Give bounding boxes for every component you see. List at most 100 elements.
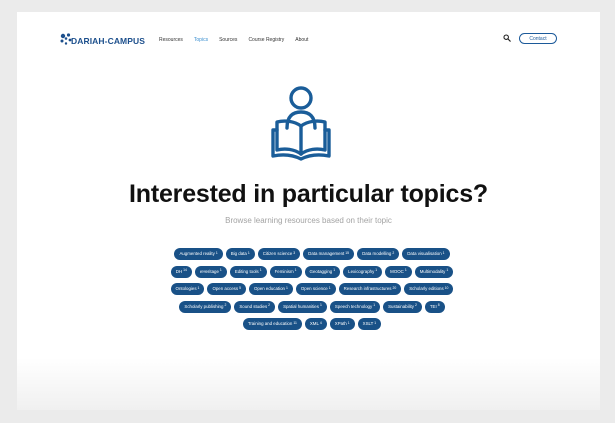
topic-tag-count: 1: [374, 320, 377, 325]
topic-tag-label: Spatial humanities: [283, 303, 319, 309]
topic-tag-label: DH: [175, 268, 183, 274]
topic-tag-count: 14: [183, 268, 187, 273]
topic-tag[interactable]: Geotagging 1: [304, 265, 341, 278]
topic-tag[interactable]: DH 14: [170, 265, 192, 278]
contact-button[interactable]: Contact: [519, 33, 557, 44]
topic-tag-label: Data modelling: [362, 251, 392, 256]
topic-tag-label: Big data: [230, 251, 247, 256]
topic-tag-count: 20: [392, 285, 397, 290]
topic-tag[interactable]: Scholarly editions 10: [404, 283, 454, 295]
topic-tag[interactable]: Big data 1: [225, 248, 255, 260]
topic-tag[interactable]: Speech technology 1: [329, 300, 381, 313]
nav-course-registry[interactable]: Course Registry: [248, 37, 284, 43]
topic-tag-count: 1: [259, 268, 262, 273]
topic-tag-count: 1: [219, 268, 222, 273]
topic-tag-count: 11: [293, 320, 297, 325]
topic-tag-label: Open education: [253, 286, 285, 291]
topic-tag[interactable]: eHeritage 1: [194, 265, 227, 278]
topic-tag-label: Geotagging: [309, 268, 333, 274]
topic-tag-label: Sustainability: [388, 303, 414, 309]
topic-tag[interactable]: Research infrastructures 20: [338, 283, 402, 295]
topic-tag[interactable]: Editing tools 1: [229, 265, 267, 278]
topic-tag-count: 2: [268, 303, 271, 308]
topic-tag-count: 2: [224, 303, 227, 308]
topic-tag-count: 3: [293, 250, 296, 255]
topic-tag[interactable]: Augmented reality 1: [174, 248, 223, 260]
topic-tag-count: 15: [345, 250, 350, 255]
topic-tag-count: 1: [373, 303, 376, 308]
topic-tag-label: Open access: [212, 286, 239, 291]
topic-tag-label: Lexicography: [348, 268, 375, 274]
topic-tag[interactable]: MOOC 1: [385, 265, 412, 278]
topic-tag[interactable]: Data management 15: [303, 248, 355, 260]
topic-tag-label: Training and education: [247, 321, 293, 326]
topic-tag[interactable]: Lexicography 1: [343, 265, 383, 278]
topic-tag-label: MOOC: [390, 268, 404, 274]
topic-tag-label: TEI: [429, 303, 437, 309]
topic-tag[interactable]: XSLT 1: [357, 318, 382, 330]
topic-tag[interactable]: Data visualisation 1: [402, 248, 450, 260]
topic-tag[interactable]: Feminism 1: [269, 265, 302, 278]
topic-tag[interactable]: XML 4: [304, 318, 327, 330]
topic-tag-list: Augmented reality 1 Big data 1 Citizen scien…: [167, 248, 457, 330]
topic-tag[interactable]: TEI 8: [424, 300, 445, 313]
page-subtitle: Browse learning resources based on their…: [225, 216, 392, 225]
nav-about[interactable]: About: [295, 37, 308, 43]
topic-tag-count: 5: [239, 285, 241, 290]
topic-tag-label: Citizen science: [262, 251, 293, 256]
topic-tag[interactable]: Open education 1: [248, 283, 293, 295]
topic-tag-count: 1: [247, 250, 250, 255]
topic-tag-label: Research infrastructures: [343, 286, 392, 291]
topic-tag-count: 1: [197, 285, 200, 290]
topic-tag-count: 1: [294, 268, 297, 273]
topic-tag-label: Augmented reality: [179, 251, 215, 256]
topic-tag[interactable]: Open access 5: [207, 283, 246, 295]
site-logo[interactable]: DARIAH-CAMPUS: [59, 32, 145, 46]
topic-tag[interactable]: Sustainability 2: [383, 300, 422, 313]
topic-tag-label: XPath: [334, 321, 347, 326]
topic-tag-count: 1: [404, 268, 407, 273]
topic-tag-count: 1: [442, 250, 445, 255]
topic-tag-count: 1: [446, 268, 449, 273]
topic-tag-label: Editing tools: [234, 268, 259, 274]
person-reading-book-icon: [271, 86, 331, 161]
main-nav: Resources Topics Sources Course Registry…: [159, 37, 308, 43]
topic-tag[interactable]: Sound studies 2: [234, 300, 276, 313]
topic-tag-label: Data management: [308, 251, 345, 256]
topic-tag[interactable]: Ontologies 1: [170, 283, 205, 295]
page-title: Interested in particular topics?: [129, 180, 488, 208]
topic-tag-label: Ontologies: [175, 286, 197, 291]
topic-tag[interactable]: Training and education 11: [242, 318, 302, 330]
topic-tag-count: 1: [375, 268, 378, 273]
topic-tag-count: 4: [319, 320, 322, 325]
nav-sources[interactable]: Sources: [219, 37, 237, 43]
logo-text: DARIAH-CAMPUS: [71, 36, 146, 46]
topic-tag-label: Feminism: [274, 268, 294, 274]
topic-tag-label: Scholarly editions: [409, 286, 444, 291]
topic-tag[interactable]: Scholarly publishing 2: [179, 300, 232, 313]
nav-topics[interactable]: Topics: [194, 37, 208, 43]
search-icon[interactable]: [503, 34, 511, 42]
topic-tag-count: 1: [347, 320, 350, 325]
topic-tag-count: 8: [437, 303, 440, 308]
topic-tag-count: 2: [392, 250, 395, 255]
topic-tag-label: eHeritage: [199, 268, 219, 274]
topic-tag[interactable]: Data modelling 2: [357, 248, 400, 260]
topic-tag-label: XSLT: [362, 321, 374, 326]
topic-tag-count: 1: [285, 285, 288, 290]
topic-tag-count: 2: [414, 303, 417, 308]
topic-tag-count: 1: [333, 268, 336, 273]
topic-tag-label: Data visualisation: [407, 251, 442, 256]
topic-tag[interactable]: Open science 1: [295, 283, 336, 295]
topic-tag-label: Multimodality: [419, 268, 446, 274]
nav-resources[interactable]: Resources: [159, 37, 183, 43]
topic-tag-label: Open science: [300, 286, 328, 291]
topic-tag[interactable]: Citizen science 3: [257, 248, 301, 260]
page: DARIAH-CAMPUS Resources Topics Sources C…: [17, 12, 600, 410]
topic-tag[interactable]: Multimodality 1: [414, 265, 454, 278]
site-header: DARIAH-CAMPUS Resources Topics Sources C…: [17, 12, 600, 62]
topic-tag-label: XML: [309, 321, 319, 326]
topic-tag[interactable]: XPath 1: [329, 318, 355, 330]
topic-tag-label: Scholarly publishing: [184, 303, 224, 309]
topic-tag[interactable]: Spatial humanities 1: [278, 300, 327, 313]
